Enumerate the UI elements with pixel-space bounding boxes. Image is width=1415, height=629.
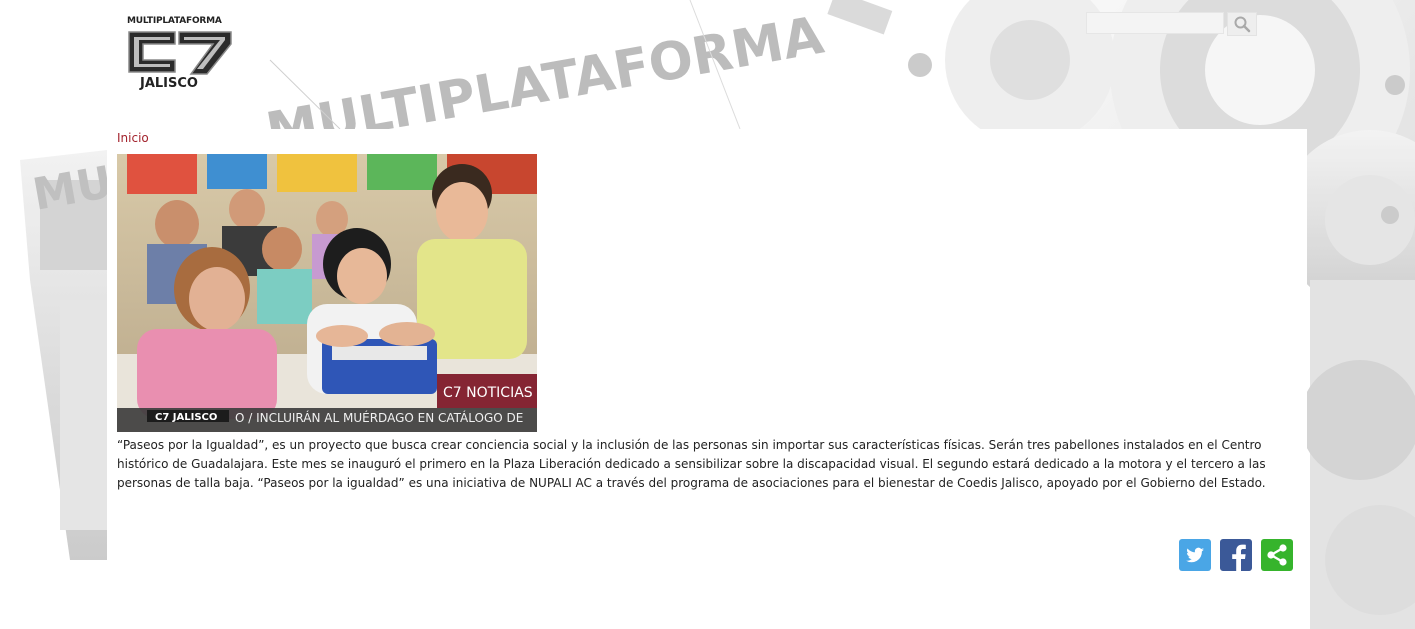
logo-bottom-text: JALISCO xyxy=(140,76,198,91)
classroom-photo: C7 NOTICIAS C7 JALISCO O / INCLUIRÁN AL … xyxy=(117,154,537,432)
news-badge-text: C7 NOTICIAS xyxy=(443,385,533,401)
article-body: “Paseos por la Igualdad”, es un proyecto… xyxy=(117,438,1266,490)
site-logo[interactable]: MULTIPLATAFORMA JALISCO xyxy=(123,14,235,92)
ticker-channel-text: C7 JALISCO xyxy=(155,412,217,423)
logo-top-text: MULTIPLATAFORMA xyxy=(127,16,222,26)
search-icon xyxy=(1234,16,1251,33)
breadcrumb-home-link[interactable]: Inicio xyxy=(117,131,149,145)
twitter-icon xyxy=(1186,547,1204,563)
twitter-share-button[interactable] xyxy=(1179,539,1211,571)
share-icon xyxy=(1267,544,1287,566)
article-image: C7 NOTICIAS C7 JALISCO O / INCLUIRÁN AL … xyxy=(117,154,537,432)
main-content: Inicio C7 NOTICIAS C7 JALISCO O / INCLUI… xyxy=(107,129,1307,629)
facebook-icon xyxy=(1232,544,1246,571)
search-form xyxy=(1086,12,1257,36)
search-button[interactable] xyxy=(1227,12,1257,36)
site-header: MULTIPLATAFORMA JALISCO xyxy=(0,0,1415,129)
generic-share-button[interactable] xyxy=(1261,539,1293,571)
c7-logo-mark xyxy=(128,31,232,75)
share-buttons xyxy=(1179,539,1293,571)
facebook-share-button[interactable] xyxy=(1220,539,1252,571)
search-input[interactable] xyxy=(1086,12,1224,34)
ticker-text: O / INCLUIRÁN AL MUÉRDAGO EN CATÁLOGO DE xyxy=(235,410,523,425)
